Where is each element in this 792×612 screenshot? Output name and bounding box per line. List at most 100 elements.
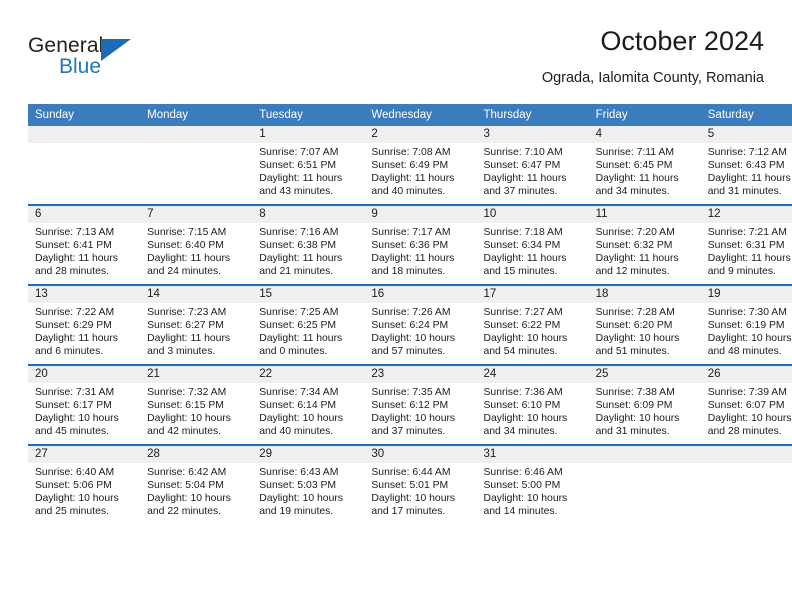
calendar-day-cell[interactable]: 14 Sunrise: 7:23 AM Sunset: 6:27 PM Dayligh… bbox=[140, 284, 253, 365]
daylight-duration-line2: and 24 minutes. bbox=[147, 266, 222, 278]
sunset-time: Sunset: 6:40 PM bbox=[147, 240, 224, 252]
calendar-day-cell[interactable]: 17 Sunrise: 7:27 AM Sunset: 6:22 PM Dayligh… bbox=[476, 284, 589, 365]
sunrise-time: Sunrise: 7:13 AM bbox=[35, 227, 115, 238]
sunset-time: Sunset: 6:29 PM bbox=[35, 320, 112, 332]
calendar-day-cell[interactable]: 9 Sunrise: 7:17 AM Sunset: 6:36 PM Daylight… bbox=[364, 204, 477, 285]
calendar-day-cell[interactable]: 6 Sunrise: 7:13 AM Sunset: 6:41 PM Daylight… bbox=[28, 204, 141, 285]
day-details: Sunrise: 7:25 AM Sunset: 6:25 PM Daylight:… bbox=[252, 303, 364, 358]
calendar-day-cell[interactable]: 13 Sunrise: 7:22 AM Sunset: 6:29 PM Dayligh… bbox=[28, 284, 141, 365]
calendar-day-cell[interactable]: 8 Sunrise: 7:16 AM Sunset: 6:38 PM Daylight… bbox=[252, 204, 365, 285]
sunset-time: Sunset: 6:36 PM bbox=[371, 240, 449, 252]
calendar-day-cell[interactable]: 25 Sunrise: 7:38 AM Sunset: 6:09 PM Dayligh… bbox=[588, 364, 701, 445]
calendar-day-cell[interactable]: 3 Sunrise: 7:10 AM Sunset: 6:47 PM Daylight… bbox=[476, 126, 589, 205]
daylight-duration-line1: Daylight: 11 hours bbox=[371, 173, 455, 185]
calendar-day-cell[interactable]: 12 Sunrise: 7:21 AM Sunset: 6:31 PM Dayligh… bbox=[700, 204, 792, 285]
sunrise-time: Sunrise: 7:39 AM bbox=[707, 387, 787, 398]
calendar-week-row: 1 Sunrise: 7:07 AM Sunset: 6:51 PM Daylight… bbox=[28, 126, 792, 205]
calendar-day-cell[interactable]: 23 Sunrise: 7:35 AM Sunset: 6:12 PM Dayligh… bbox=[364, 364, 477, 445]
sunrise-time: Sunrise: 7:07 AM bbox=[259, 147, 339, 158]
calendar-cell-inner: 28 Sunrise: 6:42 AM Sunset: 5:04 PM Dayligh… bbox=[140, 446, 253, 524]
calendar-day-cell[interactable]: 24 Sunrise: 7:36 AM Sunset: 6:10 PM Dayligh… bbox=[476, 364, 589, 445]
calendar-day-cell[interactable]: 7 Sunrise: 7:15 AM Sunset: 6:40 PM Daylight… bbox=[140, 204, 253, 285]
day-number bbox=[588, 446, 701, 463]
calendar-cell-inner: 27 Sunrise: 6:40 AM Sunset: 5:06 PM Dayligh… bbox=[28, 446, 141, 524]
daylight-duration-line1: Daylight: 10 hours bbox=[595, 333, 680, 345]
sunrise-time: Sunrise: 7:22 AM bbox=[35, 307, 115, 318]
day-number: 19 bbox=[700, 286, 792, 303]
day-number: 23 bbox=[364, 366, 477, 383]
day-number: 4 bbox=[588, 126, 701, 143]
day-number bbox=[140, 126, 253, 143]
calendar-day-cell[interactable]: 21 Sunrise: 7:32 AM Sunset: 6:15 PM Dayligh… bbox=[140, 364, 253, 445]
page-header: General Blue October 2024 Ograda, Ialomi… bbox=[28, 26, 764, 100]
daylight-duration-line1: Daylight: 11 hours bbox=[707, 253, 791, 265]
brand-logo[interactable]: General Blue bbox=[28, 34, 168, 90]
day-number: 27 bbox=[28, 446, 141, 463]
calendar-day-cell[interactable]: 18 Sunrise: 7:28 AM Sunset: 6:20 PM Dayligh… bbox=[588, 284, 701, 365]
day-details: Sunrise: 7:13 AM Sunset: 6:41 PM Daylight:… bbox=[28, 223, 140, 278]
calendar-day-cell[interactable]: 11 Sunrise: 7:20 AM Sunset: 6:32 PM Dayligh… bbox=[588, 204, 701, 285]
calendar-day-cell[interactable]: 30 Sunrise: 6:44 AM Sunset: 5:01 PM Dayligh… bbox=[364, 444, 477, 524]
calendar-day-cell[interactable]: 15 Sunrise: 7:25 AM Sunset: 6:25 PM Dayligh… bbox=[252, 284, 365, 365]
calendar-day-cell[interactable]: 5 Sunrise: 7:12 AM Sunset: 6:43 PM Daylight… bbox=[700, 126, 792, 205]
calendar-day-cell[interactable]: 28 Sunrise: 6:42 AM Sunset: 5:04 PM Dayligh… bbox=[140, 444, 253, 524]
daylight-duration-line1: Daylight: 11 hours bbox=[35, 333, 118, 345]
calendar-day-cell[interactable]: 19 Sunrise: 7:30 AM Sunset: 6:19 PM Dayligh… bbox=[700, 284, 792, 365]
daylight-duration-line1: Daylight: 11 hours bbox=[595, 253, 679, 265]
sunset-time: Sunset: 6:25 PM bbox=[259, 320, 337, 332]
sunset-time: Sunset: 6:34 PM bbox=[483, 240, 561, 252]
calendar-page: General Blue October 2024 Ograda, Ialomi… bbox=[0, 0, 792, 612]
day-number: 10 bbox=[476, 206, 589, 223]
calendar-day-cell[interactable]: 22 Sunrise: 7:34 AM Sunset: 6:14 PM Dayligh… bbox=[252, 364, 365, 445]
sunset-time: Sunset: 6:38 PM bbox=[259, 240, 337, 252]
day-number: 6 bbox=[28, 206, 141, 223]
calendar-grid: Sunday Monday Tuesday Wednesday Thursday Frid… bbox=[28, 104, 792, 524]
daylight-duration-line1: Daylight: 11 hours bbox=[147, 253, 231, 265]
weekday-header-saturday: Saturday bbox=[700, 104, 792, 126]
sunset-time: Sunset: 6:10 PM bbox=[483, 400, 561, 412]
daylight-duration-line2: and 54 minutes. bbox=[483, 346, 558, 358]
day-details: Sunrise: 7:28 AM Sunset: 6:20 PM Daylight:… bbox=[589, 303, 701, 358]
calendar-cell-inner: 21 Sunrise: 7:32 AM Sunset: 6:15 PM Dayligh… bbox=[140, 366, 253, 444]
calendar-cell-inner: 1 Sunrise: 7:07 AM Sunset: 6:51 PM Daylight… bbox=[252, 126, 365, 204]
calendar-cell-empty bbox=[28, 126, 141, 205]
daylight-duration-line2: and 25 minutes. bbox=[35, 506, 109, 518]
calendar-day-cell[interactable]: 27 Sunrise: 6:40 AM Sunset: 5:06 PM Dayligh… bbox=[28, 444, 141, 524]
sunrise-time: Sunrise: 7:15 AM bbox=[147, 227, 227, 238]
calendar-day-cell[interactable]: 16 Sunrise: 7:26 AM Sunset: 6:24 PM Dayligh… bbox=[364, 284, 477, 365]
daylight-duration-line2: and 48 minutes. bbox=[707, 346, 782, 358]
daylight-duration-line2: and 42 minutes. bbox=[147, 426, 222, 438]
calendar-day-cell[interactable]: 2 Sunrise: 7:08 AM Sunset: 6:49 PM Daylight… bbox=[364, 126, 477, 205]
daylight-duration-line2: and 45 minutes. bbox=[35, 426, 109, 438]
sunset-time: Sunset: 6:22 PM bbox=[483, 320, 561, 332]
day-details: Sunrise: 7:31 AM Sunset: 6:17 PM Daylight:… bbox=[28, 383, 140, 438]
daylight-duration-line1: Daylight: 10 hours bbox=[35, 413, 119, 425]
sunset-time: Sunset: 6:15 PM bbox=[147, 400, 224, 412]
day-number: 29 bbox=[252, 446, 365, 463]
day-details: Sunrise: 7:27 AM Sunset: 6:22 PM Daylight:… bbox=[477, 303, 589, 358]
calendar-cell-inner: 25 Sunrise: 7:38 AM Sunset: 6:09 PM Dayligh… bbox=[588, 366, 701, 444]
calendar-cell-inner: 26 Sunrise: 7:39 AM Sunset: 6:07 PM Dayligh… bbox=[700, 366, 792, 444]
day-number: 21 bbox=[140, 366, 253, 383]
daylight-duration-line2: and 34 minutes. bbox=[483, 426, 558, 438]
calendar-day-cell[interactable]: 29 Sunrise: 6:43 AM Sunset: 5:03 PM Dayligh… bbox=[252, 444, 365, 524]
day-number: 28 bbox=[140, 446, 253, 463]
calendar-day-cell[interactable]: 1 Sunrise: 7:07 AM Sunset: 6:51 PM Daylight… bbox=[252, 126, 365, 205]
calendar-day-cell[interactable]: 26 Sunrise: 7:39 AM Sunset: 6:07 PM Dayligh… bbox=[700, 364, 792, 445]
calendar-cell-inner: 12 Sunrise: 7:21 AM Sunset: 6:31 PM Dayligh… bbox=[700, 206, 792, 284]
calendar-day-cell[interactable]: 20 Sunrise: 7:31 AM Sunset: 6:17 PM Dayligh… bbox=[28, 364, 141, 445]
daylight-duration-line1: Daylight: 10 hours bbox=[147, 413, 231, 425]
calendar-cell-inner: 8 Sunrise: 7:16 AM Sunset: 6:38 PM Daylight… bbox=[252, 206, 365, 284]
calendar-day-cell[interactable]: 4 Sunrise: 7:11 AM Sunset: 6:45 PM Daylight… bbox=[588, 126, 701, 205]
day-details: Sunrise: 7:08 AM Sunset: 6:49 PM Daylight:… bbox=[364, 143, 476, 198]
triangle-icon bbox=[101, 39, 131, 61]
daylight-duration-line1: Daylight: 10 hours bbox=[483, 413, 568, 425]
calendar-cell-inner: 22 Sunrise: 7:34 AM Sunset: 6:14 PM Dayligh… bbox=[252, 366, 365, 444]
day-details: Sunrise: 7:18 AM Sunset: 6:34 PM Daylight:… bbox=[477, 223, 589, 278]
calendar-day-cell[interactable]: 31 Sunrise: 6:46 AM Sunset: 5:00 PM Dayligh… bbox=[476, 444, 589, 524]
sunset-time: Sunset: 5:01 PM bbox=[371, 480, 449, 492]
sunrise-time: Sunrise: 6:42 AM bbox=[147, 467, 227, 478]
day-details bbox=[28, 143, 140, 146]
sunrise-time: Sunrise: 7:25 AM bbox=[259, 307, 339, 318]
calendar-day-cell[interactable]: 10 Sunrise: 7:18 AM Sunset: 6:34 PM Dayligh… bbox=[476, 204, 589, 285]
